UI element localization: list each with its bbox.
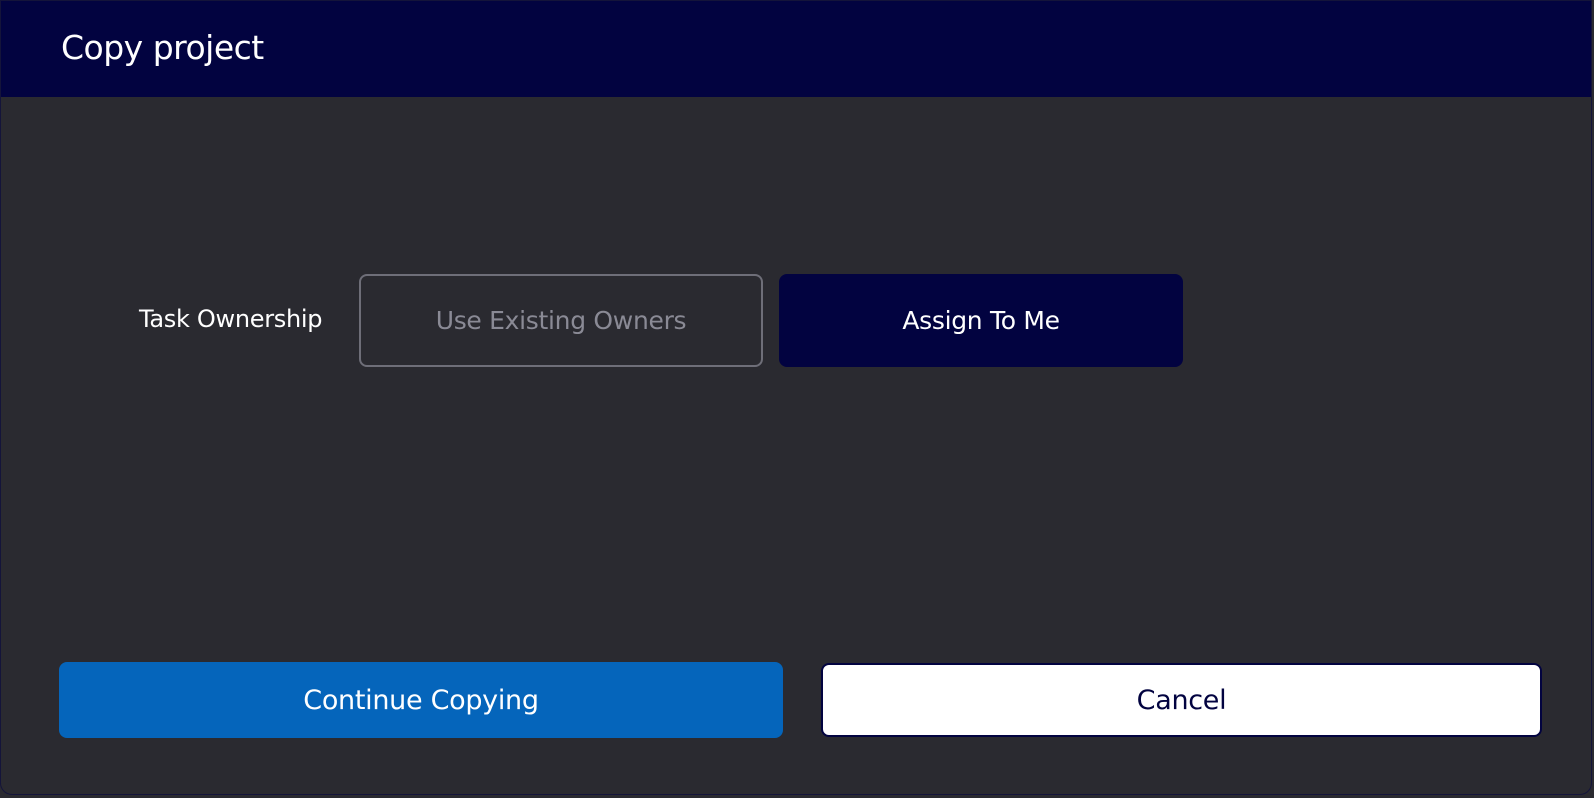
dialog-header: Copy project [1, 1, 1591, 97]
task-ownership-label: Task Ownership [139, 305, 323, 333]
cancel-button[interactable]: Cancel [821, 663, 1542, 737]
dialog-title: Copy project [61, 28, 264, 67]
continue-copying-button[interactable]: Continue Copying [59, 662, 783, 738]
assign-to-me-option[interactable]: Assign To Me [779, 274, 1183, 367]
use-existing-owners-option[interactable]: Use Existing Owners [359, 274, 763, 367]
copy-project-dialog: Copy project Task Ownership Use Existing… [0, 0, 1592, 795]
